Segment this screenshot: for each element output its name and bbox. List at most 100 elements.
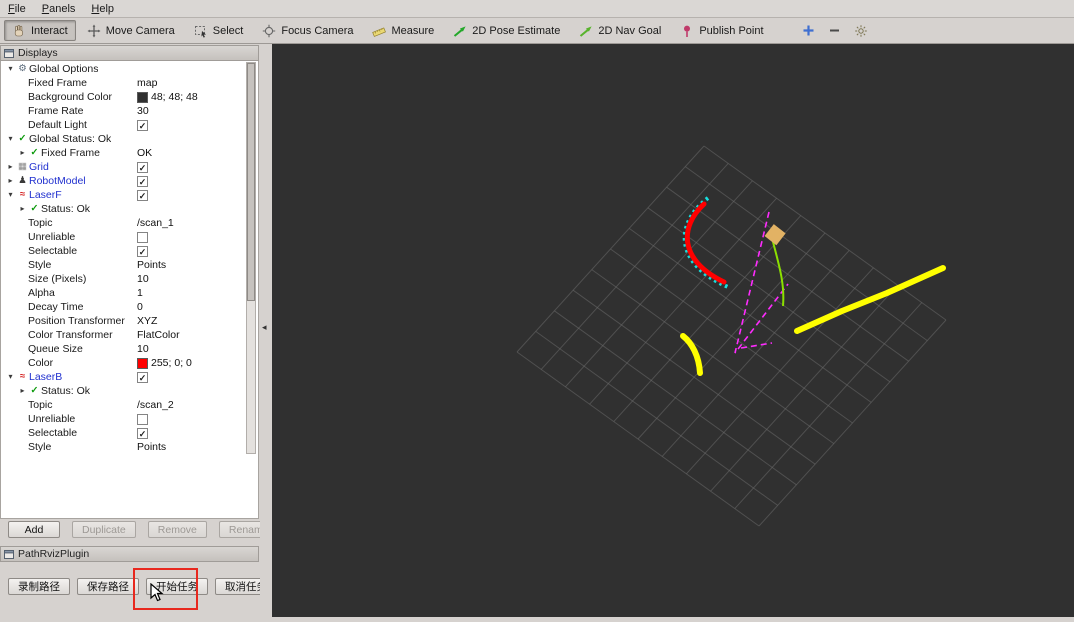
tree-row[interactable]: Unreliable: [1, 230, 247, 244]
tree-row[interactable]: Frame Rate 30: [1, 104, 247, 118]
tree-row[interactable]: Color Transformer FlatColor: [1, 328, 247, 342]
tree-row[interactable]: ▸ ✓ Status: Ok: [1, 384, 247, 398]
tree-row[interactable]: ▸ ♟ RobotModel ✓: [1, 174, 247, 188]
panel-title: Displays: [18, 47, 58, 59]
tree-row[interactable]: Selectable ✓: [1, 426, 247, 440]
3d-viewport[interactable]: [272, 44, 1074, 617]
tool-options-button[interactable]: [853, 23, 869, 39]
tree-row[interactable]: ▸ ✓ Status: Ok: [1, 202, 247, 216]
tool-focus-camera[interactable]: Focus Camera: [254, 20, 361, 41]
tree-row[interactable]: ▸ ▦ Grid ✓: [1, 160, 247, 174]
tool-label: Publish Point: [699, 24, 764, 37]
tool-2d-nav-goal[interactable]: 2D Nav Goal: [571, 20, 669, 41]
tree-row[interactable]: ▾ ⚙ Global Options: [1, 62, 247, 76]
color-value-text[interactable]: 255; 0; 0: [151, 357, 192, 369]
property-value[interactable]: 1: [137, 287, 143, 299]
property-value[interactable]: Points: [137, 259, 166, 271]
property-value[interactable]: FlatColor: [137, 329, 180, 341]
expand-arrow-icon[interactable]: ▸: [5, 174, 16, 188]
remove-display-button[interactable]: Remove: [147, 521, 207, 538]
checkbox[interactable]: ✓: [137, 119, 148, 131]
tree-row[interactable]: Decay Time 0: [1, 300, 247, 314]
property-value[interactable]: 10: [137, 273, 149, 285]
panel-splitter[interactable]: ◂: [260, 44, 272, 617]
tool-measure[interactable]: Measure: [364, 20, 442, 41]
tree-row[interactable]: Queue Size 10: [1, 342, 247, 356]
tool-interact[interactable]: Interact: [4, 20, 76, 41]
collapse-arrow-icon[interactable]: ◂: [262, 322, 267, 333]
property-value[interactable]: Points: [137, 441, 166, 453]
pin-icon: [680, 24, 694, 38]
tool-move-camera[interactable]: Move Camera: [79, 20, 183, 41]
property-value[interactable]: map: [137, 77, 157, 89]
tree-row[interactable]: Style Points: [1, 440, 247, 454]
collapse-arrow-icon[interactable]: ▾: [5, 62, 16, 76]
tree-row[interactable]: ▾ ✓ Global Status: Ok: [1, 132, 247, 146]
tree-row[interactable]: Unreliable: [1, 412, 247, 426]
tree-row[interactable]: ▾ ≈ LaserB ✓: [1, 370, 247, 384]
expand-arrow-icon[interactable]: ▸: [17, 202, 28, 216]
property-value[interactable]: /scan_1: [137, 217, 174, 229]
tool-label: Measure: [391, 24, 435, 37]
tree-row[interactable]: Background Color 48; 48; 48: [1, 90, 247, 104]
tree-row[interactable]: Default Light ✓: [1, 118, 247, 132]
collapse-arrow-icon[interactable]: ▾: [5, 188, 16, 202]
collapse-arrow-icon[interactable]: ▾: [5, 370, 16, 384]
duplicate-display-button[interactable]: Duplicate: [72, 521, 136, 538]
checkbox[interactable]: ✓: [137, 161, 148, 173]
tool-select[interactable]: Select: [186, 20, 252, 41]
menu-file[interactable]: File: [0, 1, 34, 17]
tree-row[interactable]: Topic/scan_2: [1, 398, 247, 412]
tool-2d-pose-estimate[interactable]: 2D Pose Estimate: [445, 20, 568, 41]
menu-panels[interactable]: Panels: [34, 1, 84, 17]
color-value-text[interactable]: 48; 48; 48: [151, 91, 198, 103]
property-value[interactable]: 30: [137, 105, 149, 117]
remove-tool-button[interactable]: [827, 23, 843, 39]
checkbox[interactable]: [137, 413, 148, 425]
property-name: Topic: [28, 399, 53, 411]
tree-row[interactable]: ▾ ≈ LaserF ✓: [1, 188, 247, 202]
checkbox[interactable]: ✓: [137, 189, 148, 201]
checkbox[interactable]: ✓: [137, 245, 148, 257]
tree-row[interactable]: ▸ ✓ Fixed Frame OK: [1, 146, 247, 160]
color-swatch[interactable]: [137, 357, 148, 369]
color-swatch[interactable]: [137, 91, 148, 103]
tree-row[interactable]: Style Points: [1, 258, 247, 272]
property-value[interactable]: 0: [137, 301, 143, 313]
tree-row[interactable]: Topic/scan_1: [1, 216, 247, 230]
tree-row[interactable]: Alpha 1: [1, 286, 247, 300]
record-path-button[interactable]: 录制路径: [8, 578, 70, 595]
tree-row[interactable]: Fixed Frame map: [1, 76, 247, 90]
tree-scrollbar-thumb[interactable]: [247, 63, 255, 301]
property-value[interactable]: 10: [137, 343, 149, 355]
checkbox[interactable]: ✓: [137, 427, 148, 439]
gear-icon: ⚙: [18, 63, 27, 74]
property-value[interactable]: /scan_2: [137, 399, 174, 411]
checkbox[interactable]: [137, 231, 148, 243]
expand-arrow-icon[interactable]: ▸: [17, 384, 28, 398]
property-name: Fixed Frame: [41, 147, 100, 159]
add-display-button[interactable]: Add: [8, 521, 60, 538]
tree-scrollbar[interactable]: [246, 62, 256, 454]
checkbox[interactable]: ✓: [137, 175, 148, 187]
tree-row[interactable]: Color 255; 0; 0: [1, 356, 247, 370]
collapse-arrow-icon[interactable]: ▾: [5, 132, 16, 146]
property-name: Color: [28, 357, 54, 369]
tree-row[interactable]: Position Transformer XYZ: [1, 314, 247, 328]
check-icon: ✓: [30, 147, 39, 158]
save-path-button[interactable]: 保存路径: [77, 578, 139, 595]
property-value: ✓: [137, 175, 148, 187]
displays-panel-titlebar[interactable]: Displays: [0, 45, 259, 61]
menu-help[interactable]: Help: [83, 1, 122, 17]
check-icon: ✓: [30, 203, 39, 214]
tool-publish-point[interactable]: Publish Point: [672, 20, 771, 41]
property-value[interactable]: XYZ: [137, 315, 157, 327]
tree-row[interactable]: Size (Pixels) 10: [1, 272, 247, 286]
expand-arrow-icon[interactable]: ▸: [5, 160, 16, 174]
add-tool-button[interactable]: [801, 23, 817, 39]
property-value[interactable]: OK: [137, 147, 152, 159]
path-plugin-titlebar[interactable]: PathRvizPlugin: [0, 546, 259, 562]
tree-row[interactable]: Selectable ✓: [1, 244, 247, 258]
checkbox[interactable]: ✓: [137, 371, 148, 383]
expand-arrow-icon[interactable]: ▸: [17, 146, 28, 160]
